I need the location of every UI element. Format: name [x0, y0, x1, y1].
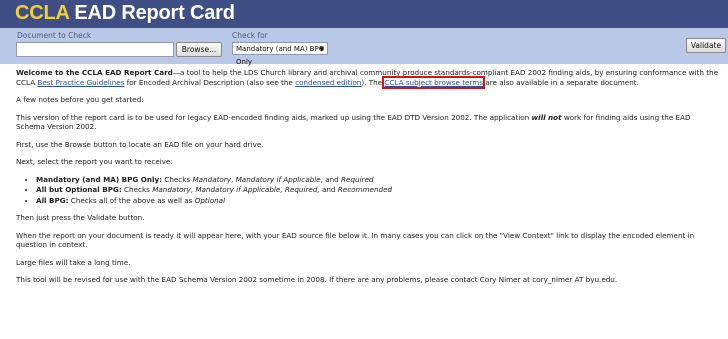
option-term: Mandatory: [192, 174, 232, 184]
check-for-label: Check for: [232, 31, 268, 40]
intro-text-3: ). The: [361, 77, 385, 87]
check-for-select[interactable]: Mandatory (and MA) BPG Only ▼: [232, 42, 328, 66]
condensed-edition-link[interactable]: condensed edition: [295, 78, 361, 87]
check-form: Document to Check Browse... Check for Ma…: [0, 28, 728, 66]
option-title: Mandatory (and MA) BPG Only:: [36, 174, 163, 184]
title-accent: CCLA: [15, 2, 70, 24]
option-term: Optional: [194, 195, 226, 205]
next-step: Next, select the report you want to rece…: [16, 157, 173, 166]
intro-paragraph: Welcome to the CCLA EAD Report Card—a to…: [16, 68, 720, 89]
option-title: All but Optional BPG:: [36, 185, 122, 194]
validate-step: Then just press the Validate button.: [16, 213, 145, 222]
option-term: Mandatory if Applicable, Required,: [195, 185, 320, 194]
app-header: CCLA EAD Report Card Document to Check B…: [0, 0, 728, 66]
validate-button[interactable]: Validate: [686, 38, 726, 53]
subject-browse-terms-link[interactable]: CCLA subject browse terms: [382, 75, 486, 89]
check-for-value: Mandatory (and MA) BPG Only: [236, 45, 325, 66]
option-title: All BPG:: [36, 195, 69, 205]
title-rest: EAD Report Card: [69, 2, 235, 24]
option-text: and: [319, 185, 338, 194]
version-note: This version of the report card is to be…: [16, 113, 720, 132]
intro-text-4: are also available in a separate documen…: [483, 77, 639, 87]
version-text-1: This version of the report card is to be…: [16, 112, 532, 122]
list-item: Mandatory (and MA) BPG Only: Checks Mand…: [36, 175, 720, 185]
browse-button[interactable]: Browse...: [176, 42, 222, 57]
option-text: Checks: [121, 185, 153, 194]
list-item: All but Optional BPG: Checks Mandatory, …: [36, 185, 720, 195]
notes-intro: A few notes before you get started:: [16, 95, 144, 104]
list-item: All BPG: Checks all of the above as well…: [36, 196, 720, 206]
large-files-note: Large files will take a long time.: [16, 257, 131, 267]
report-info: When the report on your document is read…: [16, 230, 695, 250]
option-term: Mandatory if Applicable: [235, 174, 321, 184]
file-path-input[interactable]: [16, 42, 174, 57]
intro-bold: Welcome to the CCLA EAD Report Card: [16, 68, 173, 77]
option-term: Mandatory: [152, 185, 191, 194]
option-term: Recommended: [337, 185, 393, 194]
first-step: First, use the Browse button to locate a…: [16, 139, 264, 149]
main-content: Welcome to the CCLA EAD Report Card—a to…: [16, 68, 720, 293]
revision-note: This tool will be revised for use with t…: [16, 275, 618, 284]
best-practice-link[interactable]: Best Practice Guidelines: [37, 78, 124, 87]
document-label: Document to Check: [17, 31, 92, 40]
option-text: Checks: [162, 174, 193, 184]
option-term: Required: [341, 174, 374, 184]
report-options-list: Mandatory (and MA) BPG Only: Checks Mand…: [16, 175, 720, 206]
page-title: CCLA EAD Report Card: [15, 2, 235, 25]
option-text: , and: [320, 174, 342, 184]
option-text: Checks all of the above as well as: [68, 195, 195, 205]
chevron-down-icon: ▼: [319, 46, 324, 53]
version-emphasis: will not: [531, 112, 562, 122]
intro-text-2: for Encoded Archival Description (also s…: [124, 77, 296, 87]
